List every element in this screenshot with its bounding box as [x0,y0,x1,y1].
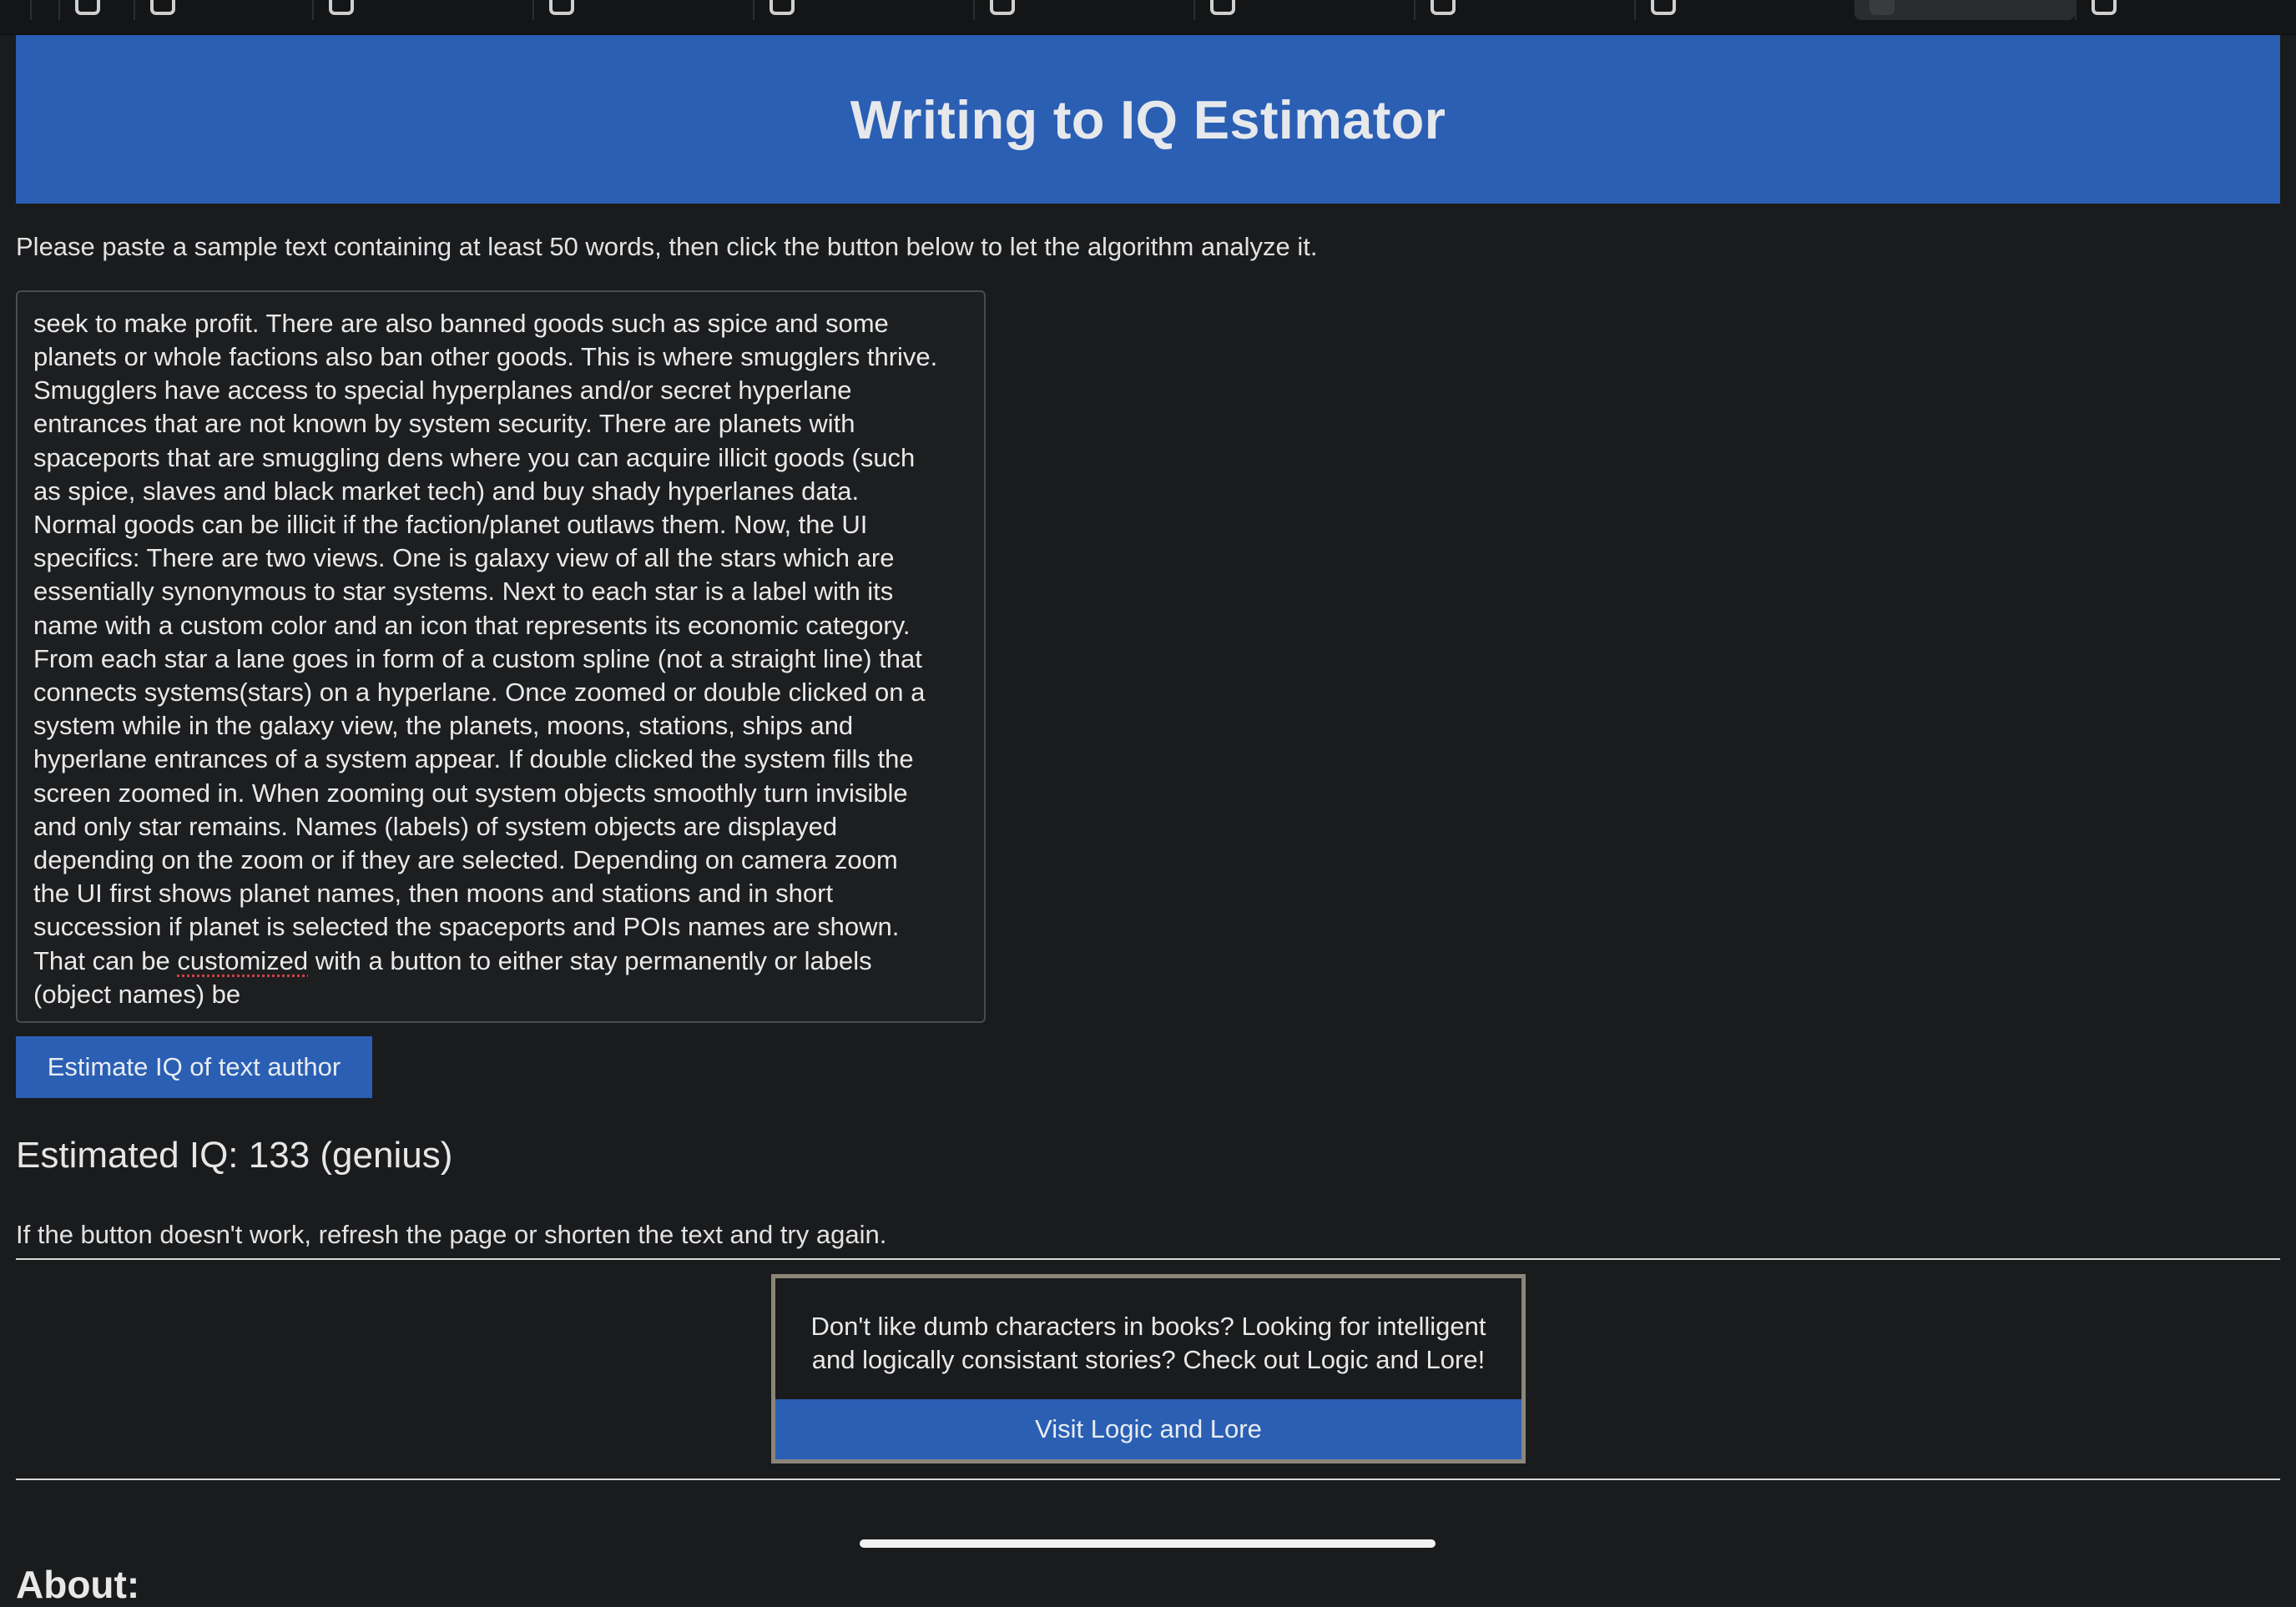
browser-tab[interactable] [1634,0,1853,20]
estimate-iq-button[interactable]: Estimate IQ of text author [16,1036,372,1098]
text-line: essentially synonymous to star systems. … [33,577,894,607]
browser-tab[interactable] [1414,0,1632,20]
text-line: succession if planet is selected the spa… [33,912,900,942]
divider [16,1479,2280,1480]
text-line: seek to make profit. There are also bann… [33,308,889,338]
text-line: (object names) be [33,979,241,1009]
text-line: From each star a lane goes in form of a … [33,643,922,673]
text-line: name with a custom color and an icon tha… [33,610,911,640]
browser-tab[interactable] [1193,0,1412,20]
sample-text-content: seek to make profit. There are also bann… [33,307,972,1011]
text-line: and only star remains. Names (labels) of… [33,811,838,841]
browser-tab[interactable] [973,0,1192,20]
browser-tab[interactable] [2075,0,2293,20]
text-line: entrances that are not known by system s… [33,409,855,439]
text-line: connects systems(stars) on a hyperlane. … [33,677,926,707]
header-banner: Writing to IQ Estimator [16,35,2280,204]
sample-text-area[interactable]: seek to make profit. There are also bann… [16,290,986,1023]
promo-box: Don't like dumb characters in books? Loo… [771,1274,1526,1463]
tab-favicon-icon [2092,0,2117,15]
text-line: Smugglers have access to special hyperpl… [33,375,852,406]
text-line: depending on the zoom or if they are sel… [33,844,898,874]
tab-favicon-icon [75,0,100,15]
tab-favicon-icon [150,0,175,15]
promo-text-line: Don't like dumb characters in books? Loo… [810,1312,1486,1341]
misspelled-word: customized [177,945,309,975]
browser-tab[interactable] [58,0,134,20]
tab-favicon-icon [770,0,795,15]
text-line: the UI first shows planet names, then mo… [33,879,834,909]
tab-favicon-icon [329,0,354,15]
troubleshoot-note: If the button doesn't work, refresh the … [16,1220,887,1249]
tab-favicon-icon [990,0,1015,15]
browser-tab[interactable] [753,0,971,20]
text-line: as spice, slaves and black market tech) … [33,476,860,506]
text-line: system while in the galaxy view, the pla… [33,711,854,741]
tab-favicon-icon [1870,0,1895,15]
page-title: Writing to IQ Estimator [850,88,1446,150]
text-line: planets or whole factions also ban other… [33,341,938,371]
browser-tab[interactable] [312,0,531,20]
promo-text: Don't like dumb characters in books? Loo… [775,1310,1521,1377]
iq-result: Estimated IQ: 133 (genius) [16,1135,453,1176]
text-segment: with a button to either stay permanently… [308,945,872,975]
text-line: screen zoomed in. When zooming out syste… [33,778,908,808]
text-line: Normal goods can be illicit if the facti… [33,509,868,539]
text-line: hyperlane entrances of a system appear. … [33,744,914,774]
divider [16,1258,2280,1260]
text-line: specifics: There are two views. One is g… [33,543,895,573]
text-line: That can be customized with a button to … [33,945,972,978]
tab-favicon-icon [1210,0,1235,15]
about-heading: About: [16,1563,140,1606]
tab-favicon-icon [1651,0,1676,15]
visit-logic-and-lore-button[interactable]: Visit Logic and Lore [775,1399,1521,1459]
text-line: spaceports that are smuggling dens where… [33,442,916,472]
instructions-text: Please paste a sample text containing at… [16,232,1318,261]
browser-tab-active[interactable] [1854,0,2075,20]
home-indicator-bar[interactable] [860,1539,1436,1548]
browser-tab[interactable] [532,0,751,20]
browser-tab-strip [0,0,2296,35]
tab-favicon-icon [549,0,574,15]
tab-favicon-icon [1431,0,1456,15]
page-content: Writing to IQ Estimator Please paste a s… [16,35,2280,1606]
text-segment: That can be [33,945,178,975]
promo-text-line: and logically consistant stories? Check … [811,1345,1486,1374]
